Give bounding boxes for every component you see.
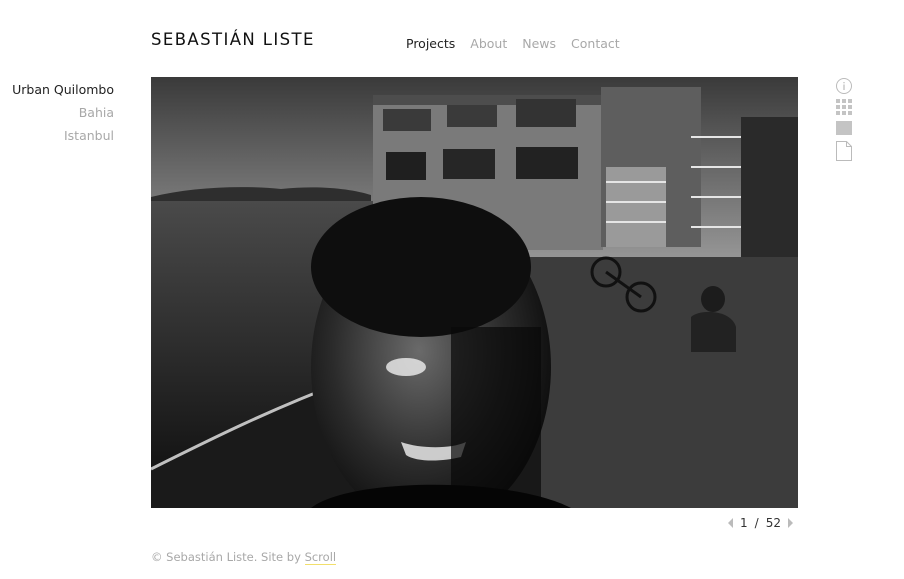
nav-news[interactable]: News [522, 36, 556, 51]
total-images-count: 52 [765, 516, 781, 530]
next-arrow-icon[interactable] [787, 518, 793, 528]
nav-contact[interactable]: Contact [571, 36, 620, 51]
project-urban-quilombo[interactable]: Urban Quilombo [12, 78, 114, 101]
pager-separator: / [754, 516, 759, 530]
footer: © Sebastián Liste. Site by Scroll [151, 550, 337, 565]
single-view-icon[interactable] [835, 119, 853, 137]
info-icon[interactable] [835, 77, 853, 95]
project-bahia[interactable]: Bahia [12, 101, 114, 124]
copyright-text: © Sebastián Liste. Site by [151, 550, 301, 564]
current-image-number: 1 [740, 516, 748, 530]
page: SEBASTIÁN LISTE Projects About News Cont… [0, 0, 904, 579]
main-photograph[interactable] [151, 77, 798, 508]
site-title[interactable]: SEBASTIÁN LISTE [151, 30, 315, 49]
grid-icon[interactable] [835, 98, 853, 116]
top-navigation: Projects About News Contact [406, 36, 620, 51]
project-list: Urban Quilombo Bahia Istanbul [12, 78, 114, 147]
credit-link[interactable]: Scroll [304, 550, 337, 565]
nav-projects[interactable]: Projects [406, 36, 455, 51]
previous-arrow-icon[interactable] [728, 518, 733, 528]
viewer-tools [835, 77, 853, 161]
project-istanbul[interactable]: Istanbul [12, 124, 114, 147]
page-icon[interactable] [835, 140, 853, 161]
photograph-image [151, 77, 798, 508]
image-pager: 1 / 52 [728, 516, 793, 530]
nav-about[interactable]: About [470, 36, 507, 51]
